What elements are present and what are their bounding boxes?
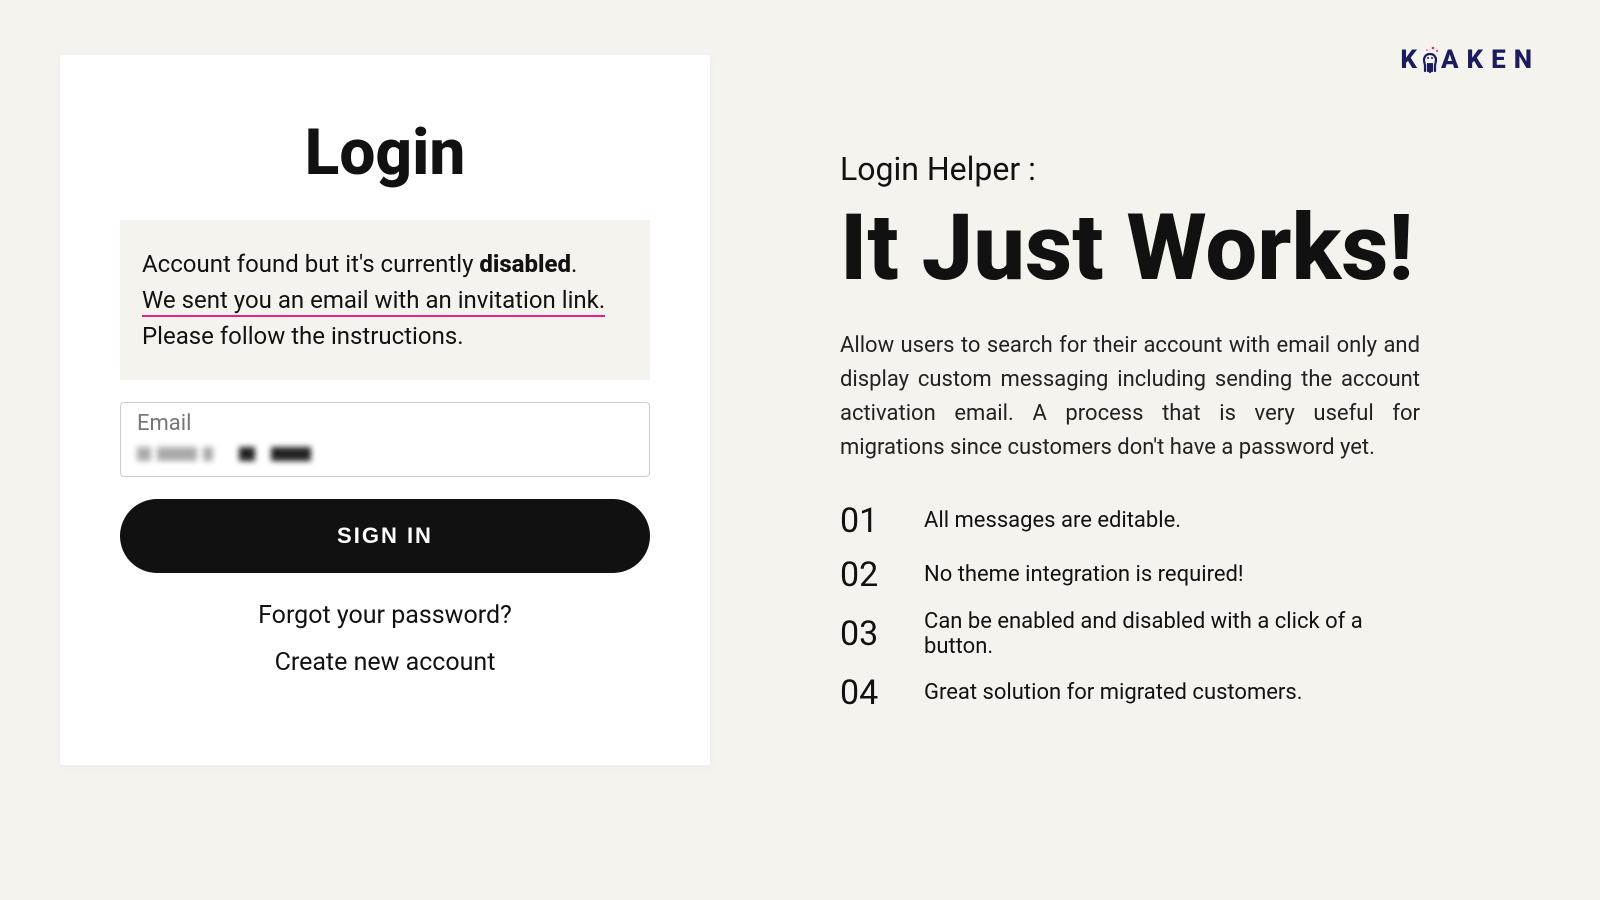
msg-underlined: We sent you an email with an invitation … [142, 286, 605, 317]
feature-list: 01 All messages are editable. 02 No them… [840, 501, 1420, 713]
feature-num: 03 [840, 614, 894, 654]
msg-line3: Please follow the instructions. [142, 318, 628, 354]
email-label: Email [137, 411, 633, 436]
msg-part2: . [571, 250, 577, 278]
login-card: Login Account found but it's currently d… [60, 55, 710, 765]
kraken-icon [1419, 46, 1441, 74]
helper-headline: It Just Works! [840, 198, 1420, 299]
feature-num: 01 [840, 501, 894, 541]
msg-bold: disabled [479, 250, 571, 278]
create-account-link[interactable]: Create new account [275, 648, 496, 677]
feature-text: Great solution for migrated customers. [924, 680, 1303, 705]
email-input-blurred[interactable] [137, 442, 633, 466]
feature-text: All messages are editable. [924, 508, 1181, 533]
feature-item: 01 All messages are editable. [840, 501, 1420, 541]
email-field-wrapper[interactable]: Email [120, 402, 650, 477]
helper-subtitle: Login Helper : [840, 150, 1420, 188]
feature-item: 02 No theme integration is required! [840, 555, 1420, 595]
login-title: Login [120, 115, 650, 190]
feature-text: No theme integration is required! [924, 562, 1244, 587]
forgot-password-link[interactable]: Forgot your password? [258, 601, 512, 630]
feature-text: Can be enabled and disabled with a click… [924, 609, 1420, 659]
brand-logo: K AKEN [1400, 45, 1540, 75]
feature-item: 03 Can be enabled and disabled with a cl… [840, 609, 1420, 659]
feature-num: 02 [840, 555, 894, 595]
feature-num: 04 [840, 673, 894, 713]
feature-item: 04 Great solution for migrated customers… [840, 673, 1420, 713]
helper-description: Allow users to search for their account … [840, 329, 1420, 465]
sign-in-button[interactable]: SIGN IN [120, 499, 650, 573]
msg-part1: Account found but it's currently [142, 250, 479, 278]
status-message: Account found but it's currently disable… [120, 220, 650, 380]
